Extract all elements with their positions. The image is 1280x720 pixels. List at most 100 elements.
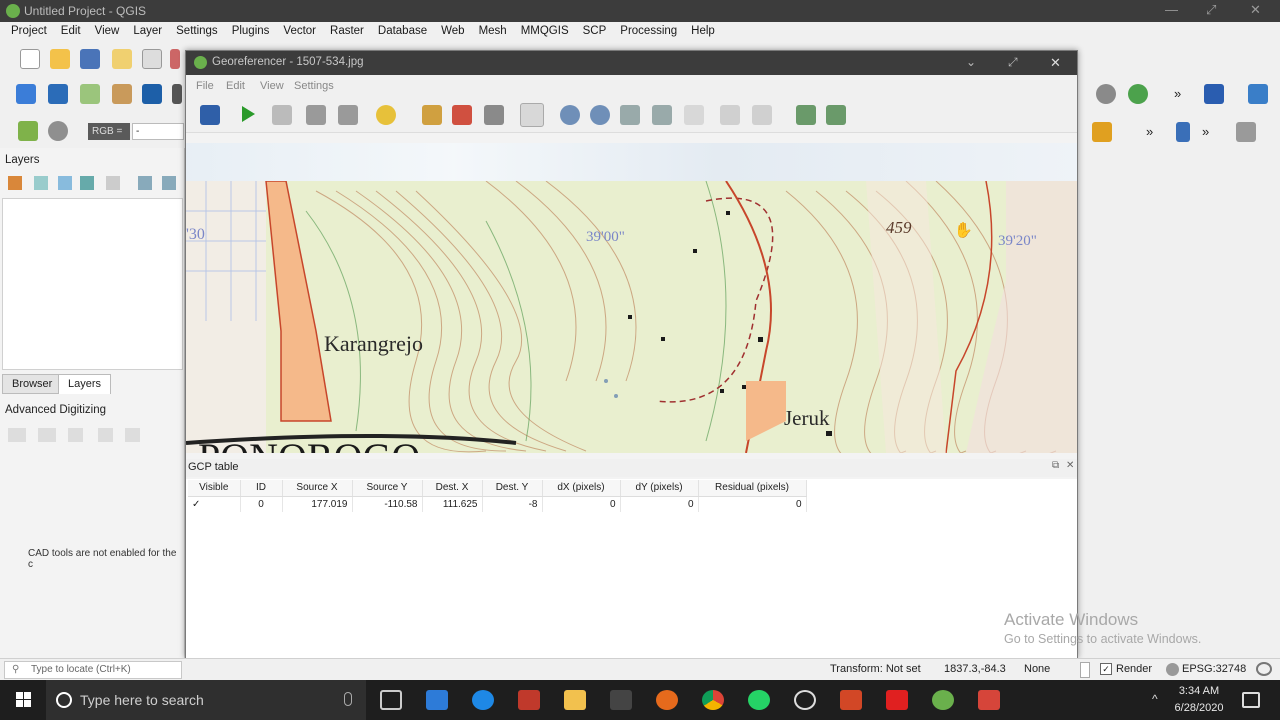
help-icon[interactable] bbox=[1204, 84, 1224, 104]
toolbar-more-icon[interactable]: » bbox=[1174, 86, 1181, 101]
menu-project[interactable]: Project bbox=[4, 25, 54, 37]
add-point-icon[interactable] bbox=[422, 105, 442, 125]
app-taskbar-icon[interactable] bbox=[978, 690, 1000, 710]
store-icon[interactable] bbox=[426, 690, 448, 710]
full-histogram-icon[interactable] bbox=[796, 105, 816, 125]
col-residual[interactable]: Residual (pixels) bbox=[698, 480, 807, 497]
epsg-label[interactable]: EPSG:32748 bbox=[1182, 663, 1246, 675]
expand-all-icon[interactable] bbox=[138, 176, 152, 190]
move-gcp-icon[interactable] bbox=[484, 105, 504, 125]
cad-icon[interactable] bbox=[1236, 122, 1256, 142]
open-project-icon[interactable] bbox=[50, 49, 70, 69]
rgb-value-field[interactable]: - bbox=[132, 123, 184, 140]
col-id[interactable]: ID bbox=[240, 480, 283, 497]
field-calculator-icon[interactable] bbox=[1092, 122, 1112, 142]
tab-layers[interactable]: Layers bbox=[58, 374, 112, 394]
globe-icon[interactable] bbox=[1128, 84, 1148, 104]
layers-tree[interactable] bbox=[2, 198, 183, 370]
menu-database[interactable]: Database bbox=[371, 25, 434, 37]
start-georeferencing-icon[interactable] bbox=[242, 106, 255, 122]
notification-center-icon[interactable] bbox=[1242, 692, 1260, 708]
north-arrow-icon[interactable] bbox=[1176, 122, 1190, 142]
edge-icon[interactable] bbox=[472, 690, 494, 710]
add-raster-icon[interactable] bbox=[142, 84, 162, 104]
load-gcp-icon[interactable] bbox=[306, 105, 326, 125]
print-layout-icon[interactable] bbox=[112, 49, 132, 69]
close-icon[interactable]: ✕ bbox=[1050, 55, 1061, 71]
menu-edit[interactable]: Edit bbox=[54, 25, 88, 37]
link-qgis-icon[interactable] bbox=[752, 105, 772, 125]
chrome-icon[interactable] bbox=[702, 690, 724, 710]
col-source-x[interactable]: Source X bbox=[282, 480, 353, 497]
crs-icon[interactable] bbox=[1166, 663, 1179, 676]
filter-expression-icon[interactable] bbox=[106, 176, 120, 190]
file-explorer-icon[interactable] bbox=[564, 690, 586, 710]
media-app-icon[interactable] bbox=[794, 690, 816, 710]
zoom-out-icon[interactable] bbox=[590, 105, 610, 125]
locator-search-input[interactable]: Type to locate (Ctrl+K) bbox=[4, 661, 182, 679]
menu-vector[interactable]: Vector bbox=[276, 25, 323, 37]
topographic-map-canvas[interactable]: '30 39'00" 39'20" 459 Karangrejo Jeruk P… bbox=[186, 181, 1077, 453]
visible-checkbox[interactable]: ✓ bbox=[188, 496, 241, 512]
menu-layer[interactable]: Layer bbox=[126, 25, 169, 37]
calendar-app-icon[interactable] bbox=[610, 690, 632, 710]
save-gcp-icon[interactable] bbox=[338, 105, 358, 125]
layout-manager-icon[interactable] bbox=[142, 49, 162, 69]
link-georef-icon[interactable] bbox=[720, 105, 740, 125]
undock-icon[interactable]: ⧉ bbox=[1052, 460, 1059, 471]
add-wms-icon[interactable] bbox=[172, 84, 182, 104]
windows-start-icon[interactable] bbox=[0, 680, 46, 720]
menu-scp[interactable]: SCP bbox=[576, 25, 614, 37]
minimize-icon[interactable]: — bbox=[1165, 2, 1178, 17]
render-checkbox[interactable]: ✓ bbox=[1100, 663, 1112, 675]
gcp-source-y[interactable]: -110.58 bbox=[352, 496, 423, 512]
task-view-icon[interactable] bbox=[380, 690, 402, 710]
local-histogram-icon[interactable] bbox=[826, 105, 846, 125]
col-source-y[interactable]: Source Y bbox=[352, 480, 423, 497]
data-source-manager-icon[interactable] bbox=[16, 84, 36, 104]
menu-help[interactable]: Help bbox=[684, 25, 722, 37]
save-project-icon[interactable] bbox=[80, 49, 100, 69]
zoom-last-icon[interactable] bbox=[652, 105, 672, 125]
menu-mesh[interactable]: Mesh bbox=[472, 25, 514, 37]
menu-processing[interactable]: Processing bbox=[613, 25, 684, 37]
maximize-icon[interactable]: ⤢ bbox=[1008, 55, 1018, 70]
chevron-down-icon[interactable]: ⌄ bbox=[966, 55, 976, 69]
table-row[interactable]: ✓ 0 177.019 -110.58 111.625 -8 0 0 0 bbox=[188, 496, 807, 512]
geo-menu-file[interactable]: File bbox=[196, 80, 214, 92]
tab-browser[interactable]: Browser bbox=[2, 374, 63, 394]
geo-menu-edit[interactable]: Edit bbox=[226, 80, 245, 92]
style-manager-icon[interactable] bbox=[170, 49, 180, 69]
geo-menu-view[interactable]: View bbox=[260, 80, 284, 92]
plugin-tool-icon[interactable] bbox=[1248, 84, 1268, 104]
messages-icon[interactable] bbox=[1256, 662, 1272, 676]
scp-plugin-icon[interactable] bbox=[18, 121, 38, 141]
gcp-dest-y[interactable]: -8 bbox=[482, 496, 543, 512]
col-dest-x[interactable]: Dest. X bbox=[422, 480, 483, 497]
digitize-icon[interactable] bbox=[112, 84, 132, 104]
menu-web[interactable]: Web bbox=[434, 25, 471, 37]
menu-raster[interactable]: Raster bbox=[323, 25, 371, 37]
gcp-close-icon[interactable]: ✕ bbox=[1066, 460, 1074, 471]
maximize-icon[interactable]: ⤢ bbox=[1206, 2, 1216, 18]
close-icon[interactable]: ✕ bbox=[1250, 2, 1261, 18]
menu-mmqgis[interactable]: MMQGIS bbox=[514, 25, 576, 37]
menu-plugins[interactable]: Plugins bbox=[225, 25, 277, 37]
rotation-spinner[interactable] bbox=[1080, 662, 1090, 678]
layer-style-icon[interactable] bbox=[8, 176, 22, 190]
filter-legend-icon[interactable] bbox=[80, 176, 94, 190]
zoom-in-icon[interactable] bbox=[560, 105, 580, 125]
qgis-taskbar-icon[interactable] bbox=[932, 690, 954, 710]
powerpoint-icon[interactable] bbox=[840, 690, 862, 710]
col-dy[interactable]: dY (pixels) bbox=[620, 480, 699, 497]
zoom-to-layer-icon[interactable] bbox=[620, 105, 640, 125]
gcp-source-x[interactable]: 177.019 bbox=[282, 496, 353, 512]
menu-view[interactable]: View bbox=[88, 25, 127, 37]
manage-map-themes-icon[interactable] bbox=[58, 176, 72, 190]
toolbar-more-icon-2[interactable]: » bbox=[1146, 124, 1153, 139]
clock-date[interactable]: 6/28/2020 bbox=[1164, 702, 1234, 714]
col-dest-y[interactable]: Dest. Y bbox=[482, 480, 543, 497]
generate-gdal-script-icon[interactable] bbox=[272, 105, 292, 125]
tray-chevron-icon[interactable]: ^ bbox=[1152, 692, 1158, 706]
zoom-next-icon[interactable] bbox=[684, 105, 704, 125]
